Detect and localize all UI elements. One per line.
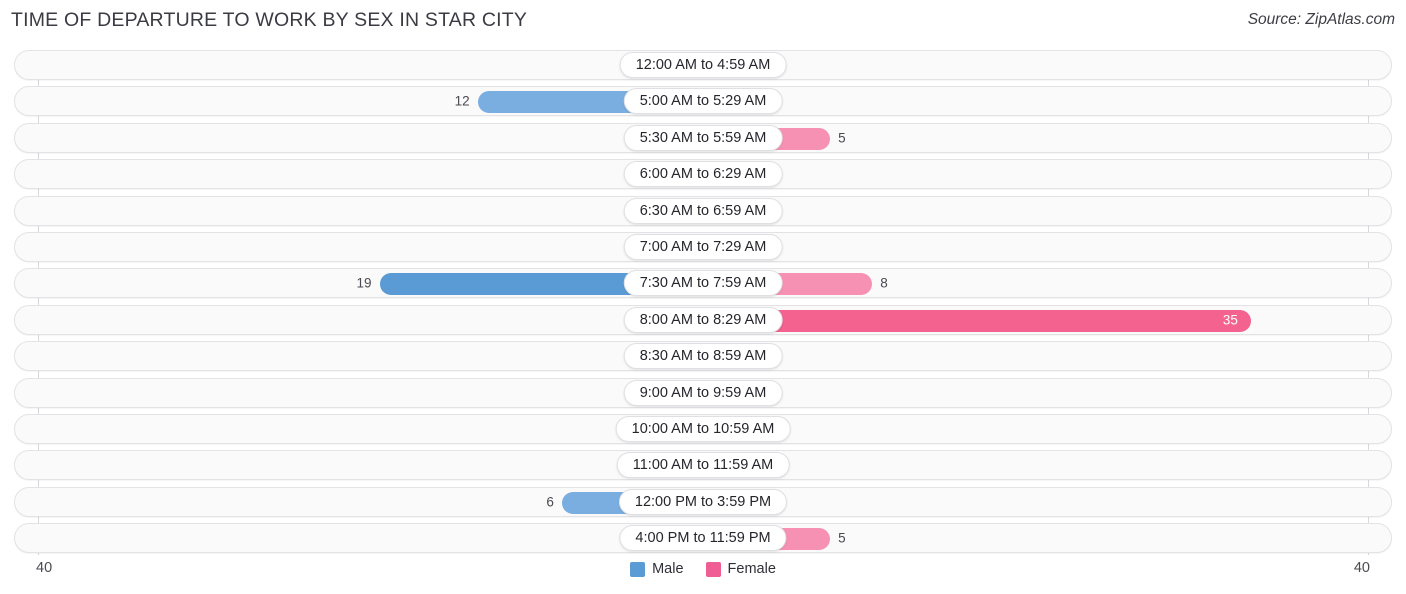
legend-swatch-female-icon [705, 561, 721, 577]
table-row[interactable]: 054:00 PM to 11:59 PM [14, 523, 1392, 554]
category-label: 6:00 AM to 6:29 AM [623, 161, 783, 188]
row-bars: 055:30 AM to 5:59 AM [15, 124, 1391, 152]
table-row[interactable]: 0011:00 AM to 11:59 AM [14, 450, 1392, 481]
table-row[interactable]: 0012:00 AM to 4:59 AM [14, 50, 1392, 80]
category-label: 8:00 AM to 8:29 AM [623, 306, 783, 333]
page-title: TIME OF DEPARTURE TO WORK BY SEX IN STAR… [11, 9, 528, 31]
value-label-female: 35 [1222, 312, 1238, 328]
category-label: 12:00 AM to 4:59 AM [619, 52, 787, 78]
category-label: 10:00 AM to 10:59 AM [615, 415, 791, 442]
value-label-male: 6 [546, 494, 554, 510]
chart-footer: 40 40 Male Female [0, 556, 1406, 594]
category-label: 8:30 AM to 8:59 AM [623, 343, 783, 370]
row-bars: 0010:00 AM to 10:59 AM [15, 415, 1391, 443]
row-bars: 6012:00 PM to 3:59 PM [15, 488, 1391, 516]
row-bars: 0011:00 AM to 11:59 AM [15, 451, 1391, 479]
legend-swatch-male-icon [630, 561, 646, 577]
row-bars: 006:00 AM to 6:29 AM [15, 160, 1391, 188]
table-row[interactable]: 007:00 AM to 7:29 AM [14, 231, 1392, 262]
chart-page: TIME OF DEPARTURE TO WORK BY SEX IN STAR… [0, 0, 1406, 594]
chart-header: TIME OF DEPARTURE TO WORK BY SEX IN STAR… [0, 0, 1406, 42]
table-row[interactable]: 006:00 AM to 6:29 AM [14, 159, 1392, 190]
category-label: 11:00 AM to 11:59 AM [616, 452, 790, 479]
category-label: 12:00 PM to 3:59 PM [618, 488, 788, 515]
table-row[interactable]: 19 8 7:30 AM to 7:59 AM [14, 268, 1392, 299]
table-row[interactable]: 006:30 AM to 6:59 AM [14, 195, 1392, 226]
category-label: 5:30 AM to 5:59 AM [623, 124, 783, 151]
value-label-male: 19 [356, 275, 372, 291]
category-label: 6:30 AM to 6:59 AM [623, 197, 783, 224]
row-bars: 19 8 7:30 AM to 7:59 AM [15, 269, 1391, 297]
category-label: 7:30 AM to 7:59 AM [623, 270, 783, 297]
category-label: 7:00 AM to 7:29 AM [623, 233, 783, 260]
chart-legend: Male Female [0, 561, 1406, 577]
row-bars: 007:00 AM to 7:29 AM [15, 233, 1391, 261]
table-row[interactable]: 0010:00 AM to 10:59 AM [14, 413, 1392, 444]
source-attribution: Source: ZipAtlas.com [1247, 11, 1395, 28]
table-row[interactable]: 6012:00 PM to 3:59 PM [14, 486, 1392, 517]
row-bars: 1205:00 AM to 5:29 AM [15, 87, 1391, 115]
row-bars: 0012:00 AM to 4:59 AM [15, 51, 1391, 79]
row-bars: 0358:00 AM to 8:29 AM [15, 306, 1391, 334]
legend-label-female: Female [727, 561, 776, 577]
row-bars: 009:00 AM to 9:59 AM [15, 379, 1391, 407]
value-label-female: 5 [838, 530, 846, 546]
legend-item-female[interactable]: Female [705, 561, 776, 577]
table-row[interactable]: 0358:00 AM to 8:29 AM [14, 304, 1392, 335]
table-row[interactable]: 009:00 AM to 9:59 AM [14, 377, 1392, 408]
value-label-male: 12 [454, 93, 470, 109]
value-label-female: 8 [880, 275, 888, 291]
table-row[interactable]: 1205:00 AM to 5:29 AM [14, 86, 1392, 117]
category-label: 5:00 AM to 5:29 AM [623, 88, 783, 115]
bar-female[interactable] [703, 309, 1251, 332]
table-row[interactable]: 008:30 AM to 8:59 AM [14, 341, 1392, 372]
row-bars: 006:30 AM to 6:59 AM [15, 197, 1391, 225]
row-bars: 054:00 PM to 11:59 PM [15, 524, 1391, 552]
value-label-female: 5 [838, 130, 846, 146]
category-label: 4:00 PM to 11:59 PM [619, 525, 787, 552]
row-bars: 008:30 AM to 8:59 AM [15, 342, 1391, 370]
category-label: 9:00 AM to 9:59 AM [623, 379, 783, 406]
chart-rows: 0012:00 AM to 4:59 AM 1205:00 AM to 5:29 … [0, 50, 1406, 559]
chart-plot-area: 0012:00 AM to 4:59 AM 1205:00 AM to 5:29 … [0, 50, 1406, 558]
legend-label-male: Male [652, 561, 684, 577]
legend-item-male[interactable]: Male [630, 561, 684, 577]
table-row[interactable]: 055:30 AM to 5:59 AM [14, 122, 1392, 153]
